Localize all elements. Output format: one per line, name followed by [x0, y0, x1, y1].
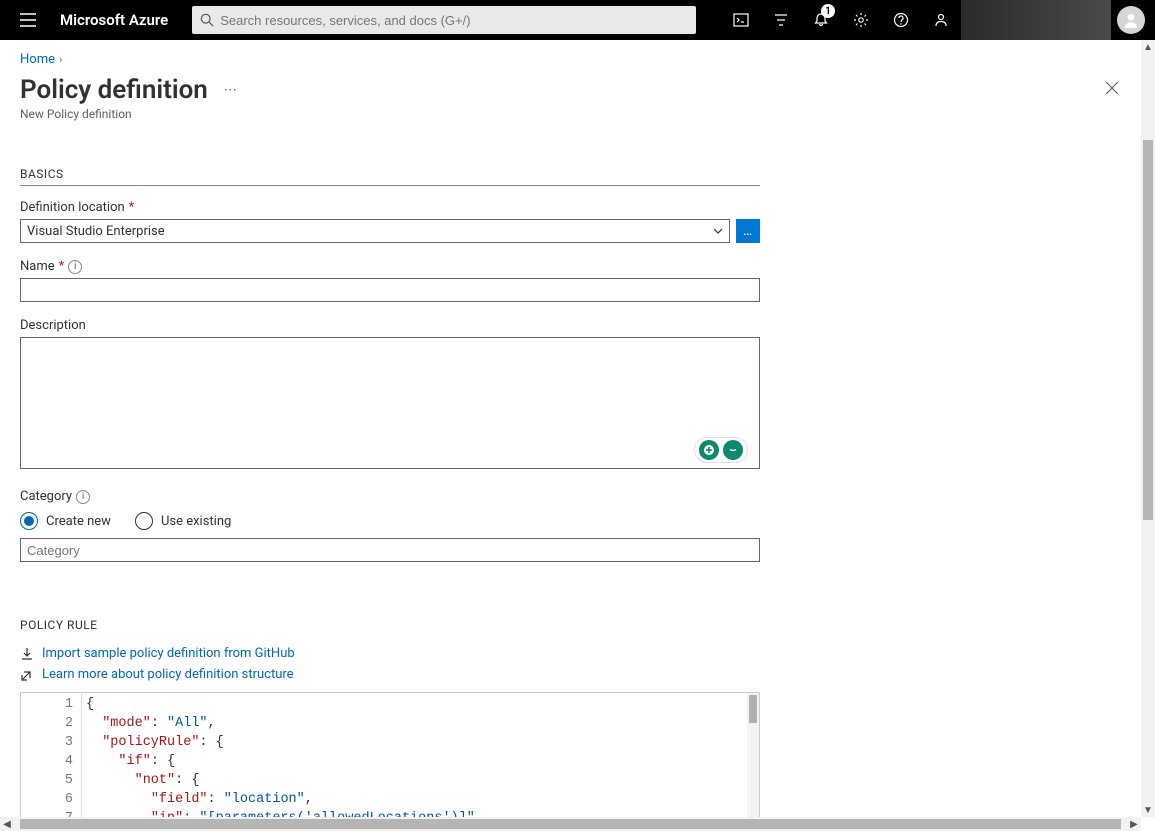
help-button[interactable] [881, 0, 921, 40]
close-blade-button[interactable] [1099, 75, 1125, 105]
basics-section-heading: BASICS [20, 127, 760, 186]
scroll-down-arrow-icon[interactable]: ▼ [1141, 803, 1155, 817]
page-vertical-scroll-thumb[interactable] [1143, 140, 1153, 520]
account-info-block[interactable] [961, 0, 1111, 40]
policy-rule-editor[interactable]: 1234567 { "mode": "All", "policyRule": {… [20, 692, 760, 828]
scroll-up-arrow-icon[interactable]: ▲ [1141, 40, 1155, 54]
name-input[interactable] [20, 278, 760, 302]
description-textarea[interactable] [20, 337, 760, 469]
directory-filter-button[interactable] [761, 0, 801, 40]
scroll-left-arrow-icon[interactable]: ◀ [0, 817, 14, 831]
search-icon [200, 13, 214, 27]
editor-vertical-scrollbar[interactable] [747, 693, 759, 828]
filter-icon [773, 12, 789, 28]
category-input[interactable] [20, 538, 760, 562]
description-label: Description [20, 318, 760, 333]
page-vertical-scrollbar[interactable]: ▲ ▼ [1141, 40, 1155, 817]
hamburger-icon [20, 13, 36, 27]
top-header-bar: Microsoft Azure 1 [0, 0, 1155, 40]
assistant-add-icon [699, 440, 719, 460]
policy-rule-section-heading: POLICY RULE [20, 578, 760, 636]
editor-gutter: 1234567 [21, 693, 81, 828]
page-horizontal-scroll-thumb[interactable] [20, 819, 1121, 829]
cloud-shell-icon [733, 12, 749, 28]
user-avatar[interactable] [1117, 6, 1145, 34]
breadcrumb-home-link[interactable]: Home [20, 52, 55, 67]
page-more-button[interactable]: ⋯ [220, 79, 241, 102]
notifications-button[interactable]: 1 [801, 0, 841, 40]
close-icon [1105, 81, 1119, 95]
page-header: Policy definition ⋯ New Policy definitio… [0, 71, 1155, 127]
import-sample-link[interactable]: Import sample policy definition from Git… [20, 646, 760, 661]
definition-location-value: Visual Studio Enterprise [27, 224, 165, 239]
page-title: Policy definition [20, 75, 208, 105]
breadcrumb: Home › [0, 40, 1155, 71]
hamburger-menu-button[interactable] [8, 0, 48, 40]
scroll-right-arrow-icon[interactable]: ▶ [1127, 817, 1141, 831]
download-icon [20, 647, 34, 661]
gear-icon [853, 12, 869, 28]
category-radio-group: Create new Use existing [20, 512, 760, 530]
chevron-down-icon [713, 226, 723, 236]
avatar-icon [1122, 11, 1140, 29]
notification-badge: 1 [821, 4, 835, 18]
ellipsis-icon: … [743, 223, 753, 239]
editor-scroll-thumb[interactable] [749, 695, 757, 723]
editor-assistant-widget[interactable] [694, 437, 748, 463]
settings-button[interactable] [841, 0, 881, 40]
scope-picker-button[interactable]: … [736, 219, 760, 243]
content-scroll-area[interactable]: BASICS Definition location* Visual Studi… [0, 127, 1155, 828]
info-icon[interactable]: i [68, 260, 82, 274]
definition-location-select[interactable]: Visual Studio Enterprise [20, 219, 730, 243]
external-link-icon [20, 668, 34, 682]
cloud-shell-button[interactable] [721, 0, 761, 40]
feedback-icon [933, 12, 949, 28]
assistant-check-icon [723, 440, 743, 460]
definition-location-label: Definition location* [20, 200, 760, 215]
info-icon[interactable]: i [76, 490, 90, 504]
help-icon [893, 12, 909, 28]
category-create-new-radio[interactable]: Create new [20, 512, 111, 530]
name-label: Name* i [20, 259, 760, 274]
global-search-input[interactable] [220, 13, 688, 28]
category-use-existing-radio[interactable]: Use existing [135, 512, 231, 530]
page-horizontal-scrollbar[interactable]: ◀ ▶ [0, 817, 1141, 831]
category-label: Category i [20, 489, 760, 504]
global-search[interactable] [192, 6, 696, 34]
top-icon-group: 1 [721, 0, 1155, 40]
page-subtitle: New Policy definition [20, 107, 241, 121]
brand-label: Microsoft Azure [48, 11, 184, 29]
chevron-right-icon: › [59, 53, 62, 66]
learn-more-link[interactable]: Learn more about policy definition struc… [20, 667, 760, 682]
editor-code-area[interactable]: { "mode": "All", "policyRule": { "if": {… [82, 693, 747, 828]
feedback-button[interactable] [921, 0, 961, 40]
